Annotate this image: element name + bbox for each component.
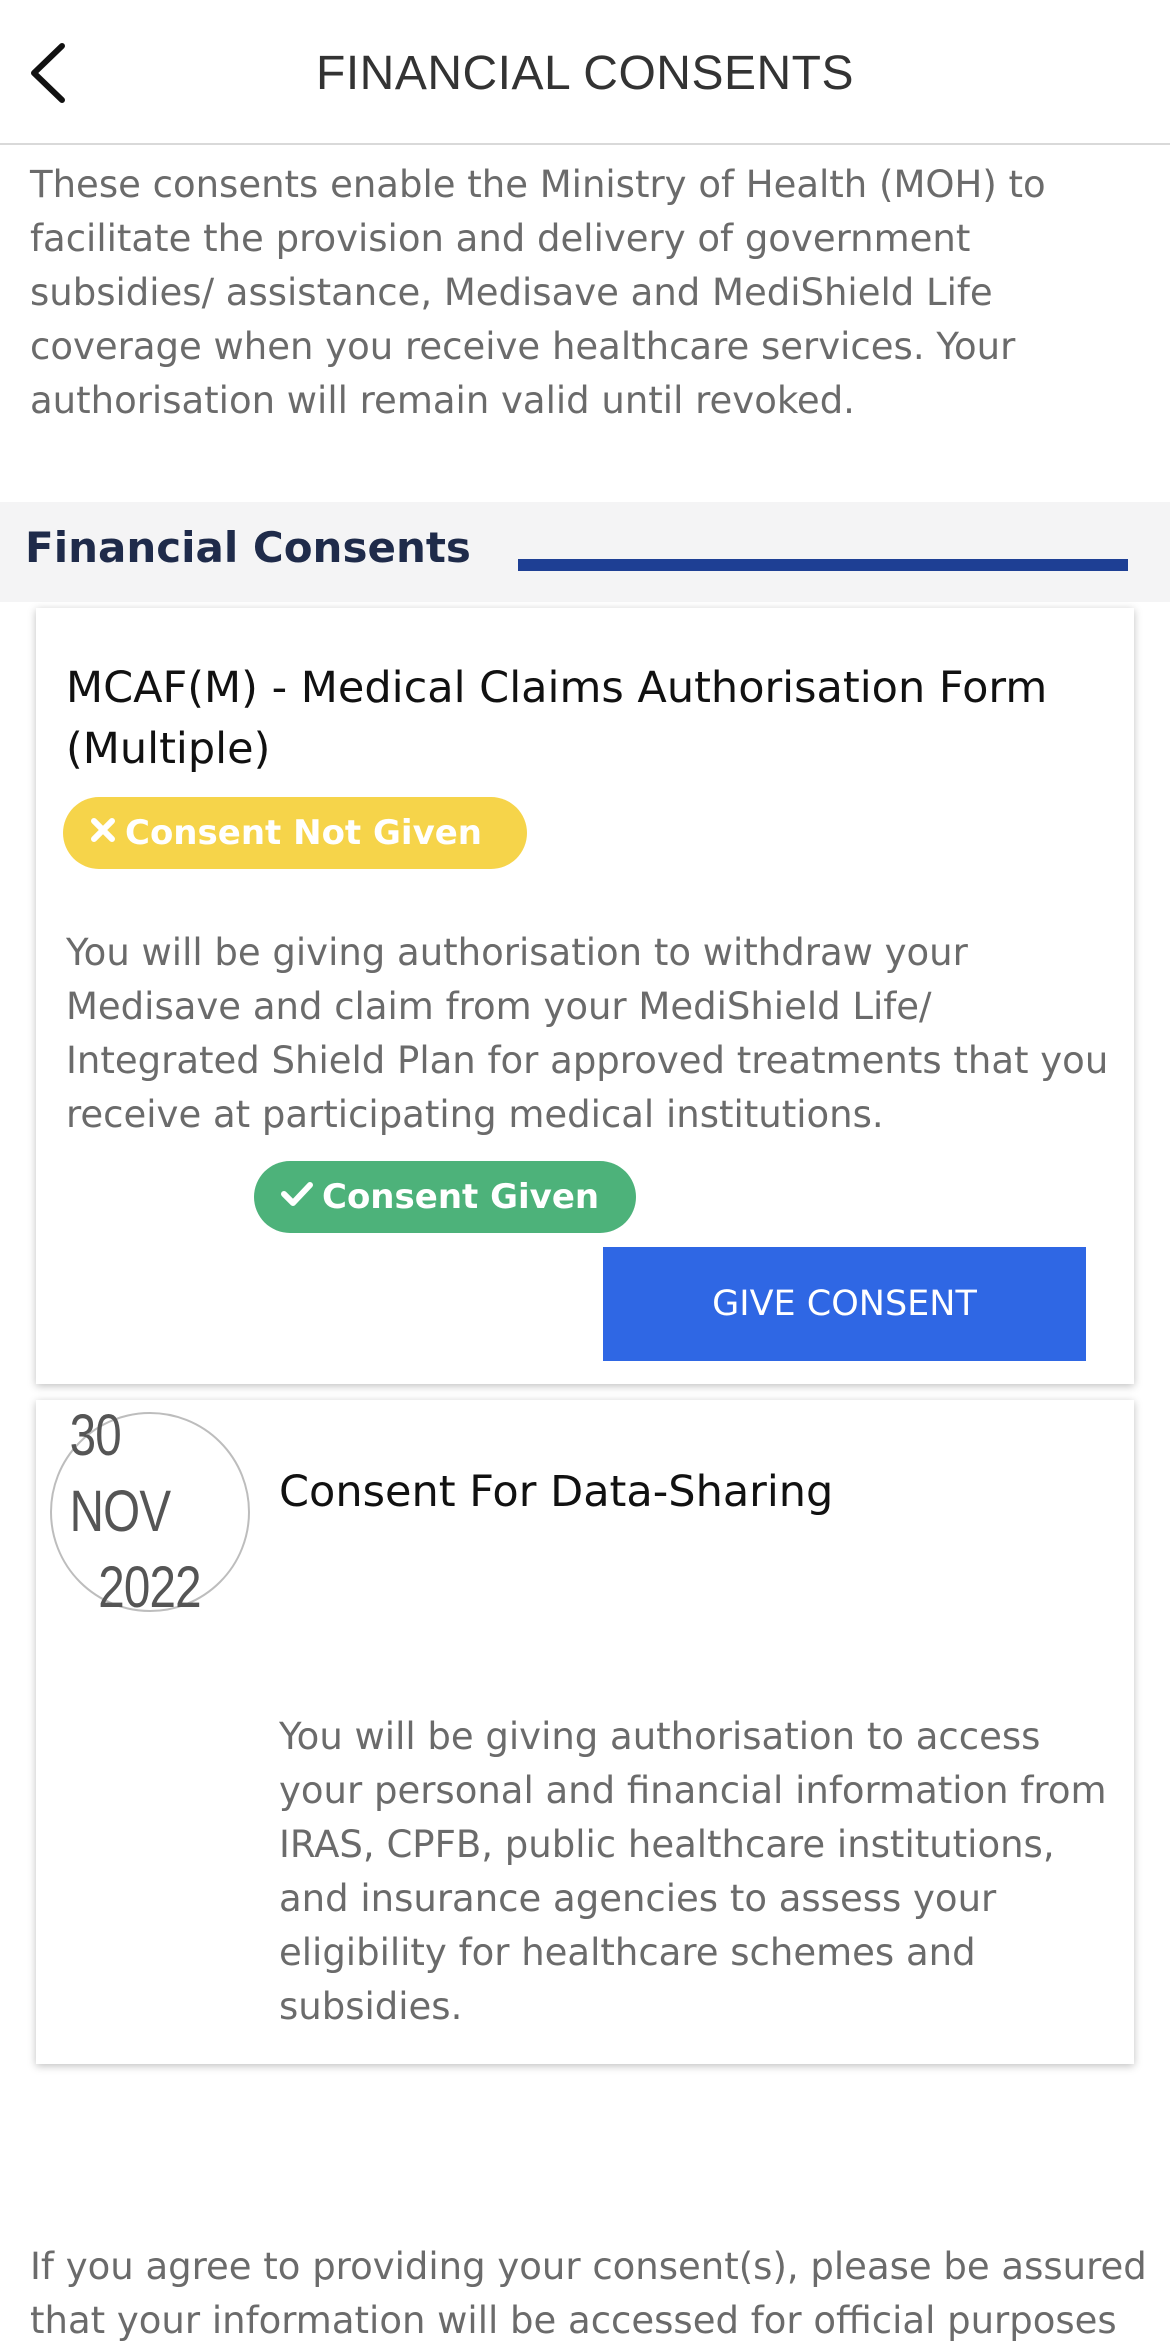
consent-date-day-month: 30 NOV [69,1403,171,1544]
section-divider [518,559,1128,571]
section-title: Financial Consents [25,523,471,572]
consent-date-badge: 30 NOV 2022 [50,1403,250,1620]
intro-text: These consents enable the Ministry of He… [30,163,1046,422]
consent-card-mcaf: MCAF(M) - Medical Claims Authorisation F… [36,608,1134,1384]
page-title: FINANCIAL CONSENTS [316,47,854,100]
footer-note: If you agree to providing your consent(s… [30,2245,1147,2342]
status-badge-given: Consent Given [254,1161,636,1233]
give-consent-button[interactable]: GIVE CONSENT [603,1247,1086,1361]
app-header: FINANCIAL CONSENTS [0,0,1170,145]
consent-description: You will be giving authorisation to with… [66,931,1109,1136]
consent-title: Consent For Data-Sharing [279,1467,834,1517]
cross-icon [89,813,117,853]
financial-consents-page: FINANCIAL CONSENTS These consents enable… [0,0,1170,2346]
consent-date-year: 2022 [98,1555,202,1620]
consent-title: MCAF(M) - Medical Claims Authorisation F… [66,663,1048,774]
status-badge-label: Consent Given [322,1177,600,1217]
status-badge-not-given: Consent Not Given [63,797,527,869]
consent-description: You will be giving authorisation to acce… [279,1715,1107,2028]
check-icon [280,1177,314,1217]
consent-card-data-sharing: 30 NOV 2022 Consent For Data-Sharing You… [36,1400,1134,2064]
status-badge-label: Consent Not Given [125,813,482,853]
